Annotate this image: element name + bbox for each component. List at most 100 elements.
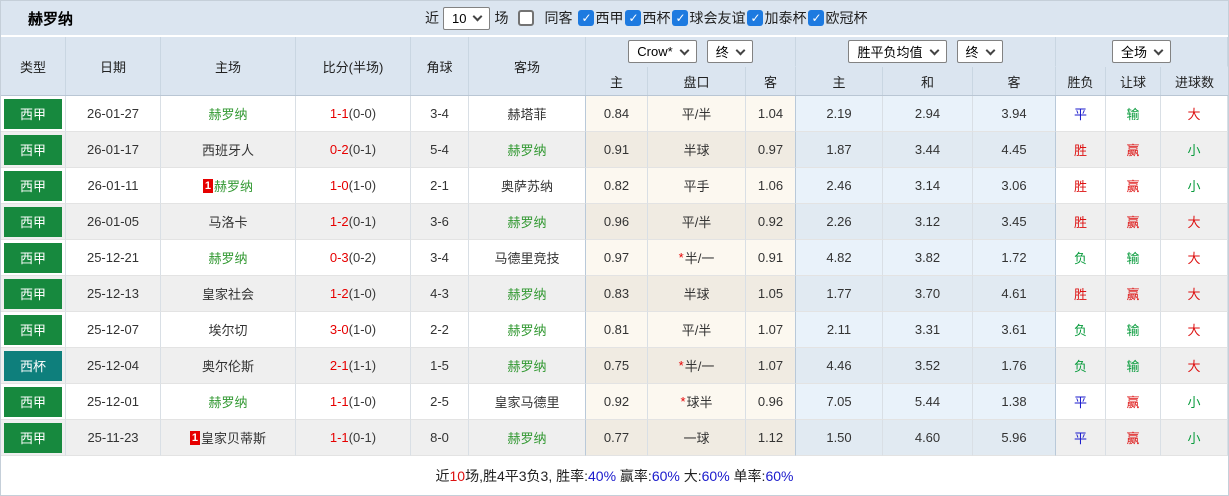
halftime-score: (1-0)	[348, 286, 377, 301]
avg-group-header: 胜平负均值 终	[796, 37, 1056, 67]
fulltime-score: 1-2	[329, 214, 349, 229]
match-type-cell: 西甲	[1, 420, 66, 456]
handicap-result-mark: 赢	[1106, 204, 1161, 240]
summary-text-segment: 40%	[588, 468, 617, 484]
home-team: 赫罗纳	[161, 96, 296, 132]
handicap-odds-away: 1.06	[746, 168, 796, 204]
handicap-odds-away: 1.07	[746, 312, 796, 348]
competition-filter[interactable]: ✓ 球会友谊	[672, 8, 745, 28]
avg-odds-home: 4.46	[796, 348, 883, 384]
same-away-label: 同客	[544, 10, 573, 26]
competition-filter[interactable]: ✓ 西杯	[625, 8, 670, 28]
filter-checkbox[interactable]: ✓	[625, 10, 642, 26]
match-type-cell: 西甲	[1, 312, 66, 348]
avg-odds-away: 3.61	[973, 312, 1056, 348]
competition-filter[interactable]: ✓ 欧冠杯	[808, 8, 867, 28]
odds-group-header: Crow* 终	[586, 37, 796, 67]
avg-stage-select[interactable]: 终	[956, 40, 1003, 63]
score-cell: 1-2 (0-1)	[296, 204, 411, 240]
avg-odds-home: 7.05	[796, 384, 883, 420]
match-date: 25-12-21	[66, 240, 161, 276]
avg-odds-draw: 5.44	[883, 384, 973, 420]
halftime-score: (0-2)	[348, 250, 377, 265]
col-header-goals: 进球数	[1174, 74, 1214, 90]
match-date: 26-01-17	[66, 132, 161, 168]
scope-value: 全场	[1120, 45, 1147, 60]
col-header-result: 胜负	[1056, 67, 1106, 95]
filter-checkbox[interactable]: ✓	[747, 10, 764, 26]
halftime-score: (0-1)	[348, 142, 377, 157]
score-cell: 0-3 (0-2)	[296, 240, 411, 276]
handicap-odds-away: 1.05	[746, 276, 796, 312]
competition-badge: 西甲	[4, 422, 62, 453]
avg-odds-draw: 2.94	[883, 96, 973, 132]
away-team: 赫罗纳	[469, 420, 586, 456]
chevron-down-icon	[929, 45, 939, 55]
result-mark: 胜	[1056, 168, 1106, 204]
fulltime-score: 1-1	[329, 430, 349, 445]
avg-odds-away: 3.94	[973, 96, 1056, 132]
handicap-odds-home: 0.97	[586, 240, 648, 276]
odds-stage-select[interactable]: 终	[706, 40, 753, 63]
table-body: 西甲 26-01-27 赫罗纳 1-1 (0-0) 3-4 赫塔菲 0.84 平/…	[1, 96, 1228, 456]
handicap-line: 平/半	[648, 312, 746, 348]
handicap-odds-away: 0.96	[746, 384, 796, 420]
match-date: 26-01-05	[66, 204, 161, 240]
near-label: 近	[425, 10, 440, 26]
table-row: 西杯 25-12-04 奥尔伦斯 2-1 (1-1) 1-5 赫罗纳 0.75 *…	[1, 348, 1228, 384]
avg-odds-home: 2.19	[796, 96, 883, 132]
handicap-line: 平/半	[648, 96, 746, 132]
match-date: 25-11-23	[66, 420, 161, 456]
competition-filter[interactable]: ✓ 加泰杯	[747, 8, 806, 28]
odds-company-value: Crow*	[637, 44, 673, 59]
fulltime-score: 3-0	[329, 322, 349, 337]
halftime-score: (0-0)	[348, 106, 377, 121]
halftime-score: (1-0)	[348, 178, 377, 193]
handicap-odds-home: 0.83	[586, 276, 648, 312]
competition-filters: ✓ 西甲 ✓ 西杯 ✓ 球会友谊 ✓ 加泰杯 ✓ 欧冠杯	[576, 8, 867, 28]
competition-badge: 西甲	[4, 278, 62, 309]
col-header-home: 主场	[161, 37, 296, 95]
match-date: 25-12-07	[66, 312, 161, 348]
handicap-line: 平/半	[648, 204, 746, 240]
result-mark: 平	[1056, 420, 1106, 456]
corner-score: 2-5	[411, 384, 469, 420]
score-cell: 3-0 (1-0)	[296, 312, 411, 348]
avg-odds-away: 1.72	[973, 240, 1056, 276]
avg-type-select[interactable]: 胜平负均值	[848, 40, 947, 63]
odds-company-select[interactable]: Crow*	[628, 40, 697, 63]
avg-odds-away: 4.45	[973, 132, 1056, 168]
table-row: 西甲 25-12-07 埃尔切 3-0 (1-0) 2-2 赫罗纳 0.81 平/…	[1, 312, 1228, 348]
col-header-avg-home: 主	[796, 67, 883, 95]
col-header-handicap: 盘口	[648, 67, 746, 95]
filter-checkbox[interactable]: ✓	[672, 10, 689, 26]
same-away-checkbox[interactable]	[518, 10, 535, 26]
avg-odds-home: 2.11	[796, 312, 883, 348]
goals-mark: 大	[1161, 240, 1228, 276]
col-header-avg-away: 客	[973, 67, 1056, 95]
result-mark: 负	[1056, 240, 1106, 276]
col-header-avg-draw: 和	[883, 67, 973, 95]
filter-label: 西甲	[595, 10, 624, 26]
home-team: 赫罗纳	[161, 384, 296, 420]
handicap-odds-away: 0.92	[746, 204, 796, 240]
handicap-odds-home: 0.91	[586, 132, 648, 168]
competition-filter[interactable]: ✓ 西甲	[578, 8, 623, 28]
match-date: 26-01-11	[66, 168, 161, 204]
handicap-result-mark: 输	[1106, 240, 1161, 276]
score-cell: 1-0 (1-0)	[296, 168, 411, 204]
handicap-result-mark: 赢	[1106, 168, 1161, 204]
filter-checkbox[interactable]: ✓	[808, 10, 825, 26]
games-count-select[interactable]: 10	[443, 6, 491, 30]
away-team: 赫罗纳	[469, 312, 586, 348]
scope-select[interactable]: 全场	[1111, 40, 1171, 63]
table-row: 西甲 25-12-01 赫罗纳 1-1 (1-0) 2-5 皇家马德里 0.92 …	[1, 384, 1228, 420]
filter-checkbox[interactable]: ✓	[578, 10, 595, 26]
goals-mark: 大	[1161, 276, 1228, 312]
corner-score: 2-2	[411, 312, 469, 348]
handicap-line: * 球半	[648, 384, 746, 420]
score-cell: 1-1 (0-0)	[296, 96, 411, 132]
col-header-type: 类型	[1, 37, 66, 95]
handicap-odds-away: 0.97	[746, 132, 796, 168]
fulltime-score: 1-0	[329, 178, 349, 193]
